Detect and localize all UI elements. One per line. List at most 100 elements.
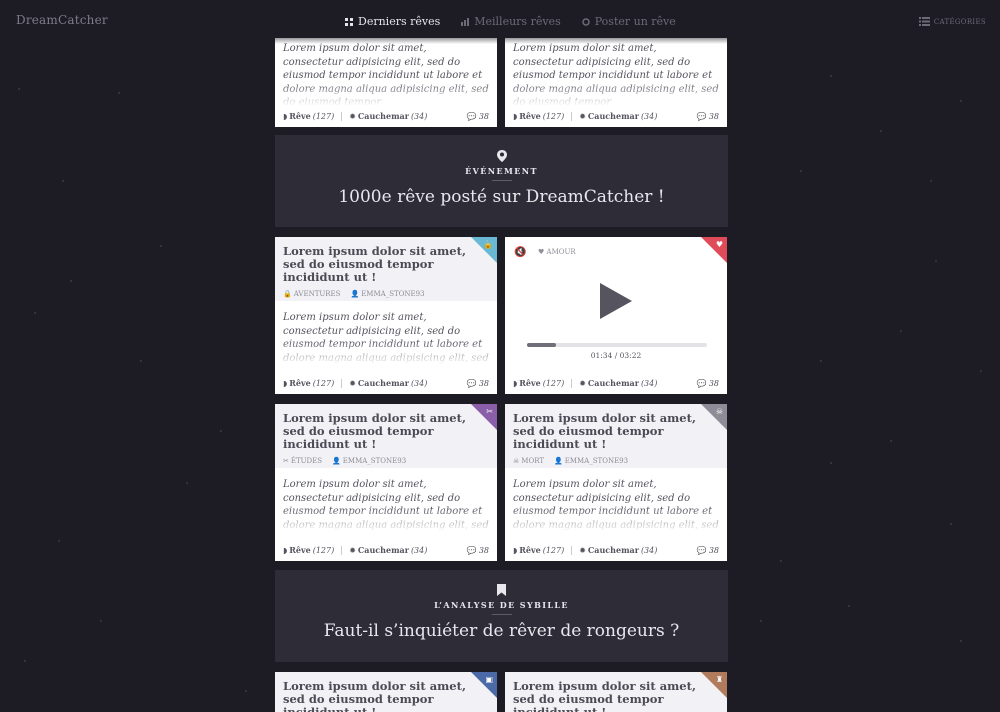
moon-icon: ◗ [513,378,518,388]
mute-icon[interactable]: 🔇 [514,247,526,258]
map-pin-icon [496,150,507,162]
skull-icon: ☠ [513,457,520,465]
moon-icon: ◗ [513,545,518,555]
logo[interactable]: DreamCatcher [16,13,108,27]
divider [341,378,343,388]
analysis-kicker: L’ANALYSE DE SYBILLE [434,600,569,610]
comment-count[interactable]: 💬 38 [467,112,489,121]
card-header: Lorem ipsum dolor sit amet, sed do eiusm… [275,672,497,712]
analysis-banner[interactable]: L’ANALYSE DE SYBILLE Faut-il s’inquiéter… [275,570,728,662]
card-footer: ◗ Rêve (127) ✹ Cauchemar (34) 💬 38 [513,377,719,389]
progress-bar[interactable] [527,343,707,347]
divider [491,180,512,181]
moon-icon: ◗ [283,545,288,555]
divider [491,614,512,615]
dream-card[interactable]: Lorem ipsum dolor sit amet, sed do eiusm… [505,404,727,561]
user-icon: 👤 [350,290,360,298]
reve-vote[interactable]: ◗ Rêve (127) [513,111,564,121]
divider [571,111,573,121]
comment-count[interactable]: 💬 38 [467,379,489,388]
nav-best-dreams[interactable]: Meilleurs rêves [460,15,561,28]
card-footer: ◗ Rêve (127) ✹ Cauchemar (34) 💬 38 [283,377,489,389]
category-tag[interactable]: ♥ AMOUR [538,248,576,256]
audio-dream-card[interactable]: 🔇 ♥ AMOUR 01:34 / 03:22 ♥ ◗ Rêve (127) ✹ C… [505,237,727,394]
bar-chart-icon [461,17,470,26]
card-title: Lorem ipsum dolor sit amet, sed do eiusm… [283,244,466,284]
card-title: Lorem ipsum dolor sit amet, sed do eiusm… [283,679,466,712]
reve-vote[interactable]: ◗ Rêve (127) [513,378,564,388]
category-ribbon [701,672,727,698]
category-tag[interactable]: ✂ ÉTUDES [283,457,322,465]
card-header: Lorem ipsum dolor sit amet, sed do eiusm… [275,404,497,468]
category-ribbon [471,404,497,430]
dream-card[interactable]: Lorem ipsum dolor sit amet, sed do eiusm… [275,404,497,561]
skull-icon: ☠ [715,407,723,416]
nav-post-dream[interactable]: Poster un rêve [581,15,676,28]
reve-vote[interactable]: ◗ Rêve (127) [513,545,564,555]
time-display: 01:34 / 03:22 [590,351,642,360]
comment-count[interactable]: 💬 38 [697,546,719,555]
card-footer: ◗ Rêve (127) ✹ Cauchemar (34) 💬 38 [283,544,489,556]
briefcase-icon: ▣ [485,675,493,684]
comment-icon: 💬 [696,378,707,388]
lock-icon: 🔒 [283,290,292,298]
comment-count[interactable]: 💬 38 [467,546,489,555]
reve-vote[interactable]: ◗ Rêve (127) [283,111,334,121]
user-icon: 👤 [332,457,341,465]
moon-icon: ◗ [513,111,518,121]
cauchemar-vote[interactable]: ✹ Cauchemar (34) [579,545,657,555]
card-excerpt: Lorem ipsum dolor sit amet, consectetur … [275,38,497,106]
category-tag[interactable]: ☠ MORT [513,457,544,465]
author-link[interactable]: 👤 EMMA_STONE93 [332,457,406,465]
card-footer: ◗ Rêve (127) ✹ Cauchemar (34) 💬 38 [513,110,719,122]
author-link[interactable]: 👤 EMMA_STONE93 [350,290,424,298]
cauchemar-vote[interactable]: ✹ Cauchemar (34) [579,378,657,388]
comment-icon: 💬 [696,545,707,555]
dream-card[interactable]: Lorem ipsum dolor sit amet, consectetur … [505,38,727,127]
card-footer: ◗ Rêve (127) ✹ Cauchemar (34) 💬 38 [513,544,719,556]
card-header: Lorem ipsum dolor sit amet, sed do eiusm… [275,237,497,301]
cauchemar-vote[interactable]: ✹ Cauchemar (34) [349,111,427,121]
reve-vote[interactable]: ◗ Rêve (127) [283,378,334,388]
author-link[interactable]: 👤 EMMA_STONE93 [554,457,628,465]
cauchemar-vote[interactable]: ✹ Cauchemar (34) [579,111,657,121]
comment-count[interactable]: 💬 38 [697,112,719,121]
dream-card[interactable]: Lorem ipsum dolor sit amet, sed do eiusm… [505,672,727,712]
cauchemar-vote[interactable]: ✹ Cauchemar (34) [349,378,427,388]
skull-icon: ✹ [579,378,586,388]
skull-icon: ✹ [579,111,586,121]
grid-icon [345,17,353,26]
card-meta: ☠ MORT 👤 EMMA_STONE93 [513,457,717,465]
comment-icon: 💬 [466,545,477,555]
scissors-icon: ✂ [283,457,289,465]
card-footer: ◗ Rêve (127) ✹ Cauchemar (34) 💬 38 [283,110,489,122]
comment-count[interactable]: 💬 38 [697,379,719,388]
heart-icon: ♥ [715,240,723,249]
dream-card[interactable]: Lorem ipsum dolor sit amet, sed do eiusm… [275,672,497,712]
card-header: Lorem ipsum dolor sit amet, sed do eiusm… [505,404,727,468]
circle-icon [581,17,590,26]
nav-latest-dreams-label: Derniers rêves [358,15,441,28]
top-navigation-bar: DreamCatcher Derniers rêves Meilleurs rê… [0,0,1000,44]
reve-vote[interactable]: ◗ Rêve (127) [283,545,334,555]
card-excerpt: Lorem ipsum dolor sit amet, consectetur … [505,468,727,532]
play-button[interactable] [600,283,632,319]
cauchemar-vote[interactable]: ✹ Cauchemar (34) [349,545,427,555]
divider [571,545,573,555]
category-ribbon [701,404,727,430]
dream-card[interactable]: Lorem ipsum dolor sit amet, consectetur … [275,38,497,127]
divider [341,111,343,121]
nav-latest-dreams[interactable]: Derniers rêves [344,15,440,28]
card-excerpt: Lorem ipsum dolor sit amet, consectetur … [505,38,727,106]
card-title: Lorem ipsum dolor sit amet, sed do eiusm… [513,679,696,712]
category-ribbon [471,672,497,698]
nav-best-dreams-label: Meilleurs rêves [474,15,561,28]
moon-icon: ◗ [283,111,288,121]
analysis-title: Faut-il s’inquiéter de rêver de rongeurs… [323,621,680,641]
card-excerpt: Lorem ipsum dolor sit amet, consectetur … [275,468,497,532]
category-tag[interactable]: 🔒 AVENTURES [283,290,340,298]
dream-card[interactable]: Lorem ipsum dolor sit amet, sed do eiusm… [275,237,497,394]
event-banner[interactable]: ÉVÉNEMENT 1000e rêve posté sur DreamCatc… [275,135,728,227]
categories-menu[interactable]: CATÉGORIES [918,17,986,26]
user-icon: 👤 [554,457,563,465]
